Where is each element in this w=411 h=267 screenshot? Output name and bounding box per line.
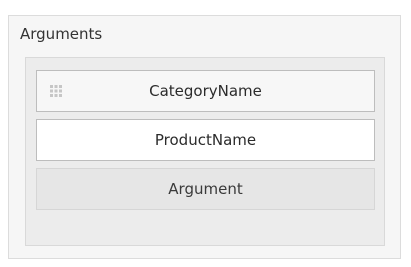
item-label: CategoryName <box>149 82 262 100</box>
arguments-group: Arguments CategoryName ProductName Argum… <box>8 15 401 259</box>
group-title: Arguments <box>20 25 103 43</box>
item-label: ProductName <box>154 131 257 149</box>
placeholder-label: Argument <box>168 180 243 198</box>
drag-grip-icon[interactable] <box>49 84 63 98</box>
argument-item-categoryname[interactable]: CategoryName <box>36 70 375 112</box>
arguments-drop-area[interactable]: CategoryName ProductName Argument <box>25 57 385 246</box>
argument-placeholder-button[interactable]: Argument <box>36 168 375 210</box>
argument-item-productname[interactable]: ProductName <box>36 119 375 161</box>
